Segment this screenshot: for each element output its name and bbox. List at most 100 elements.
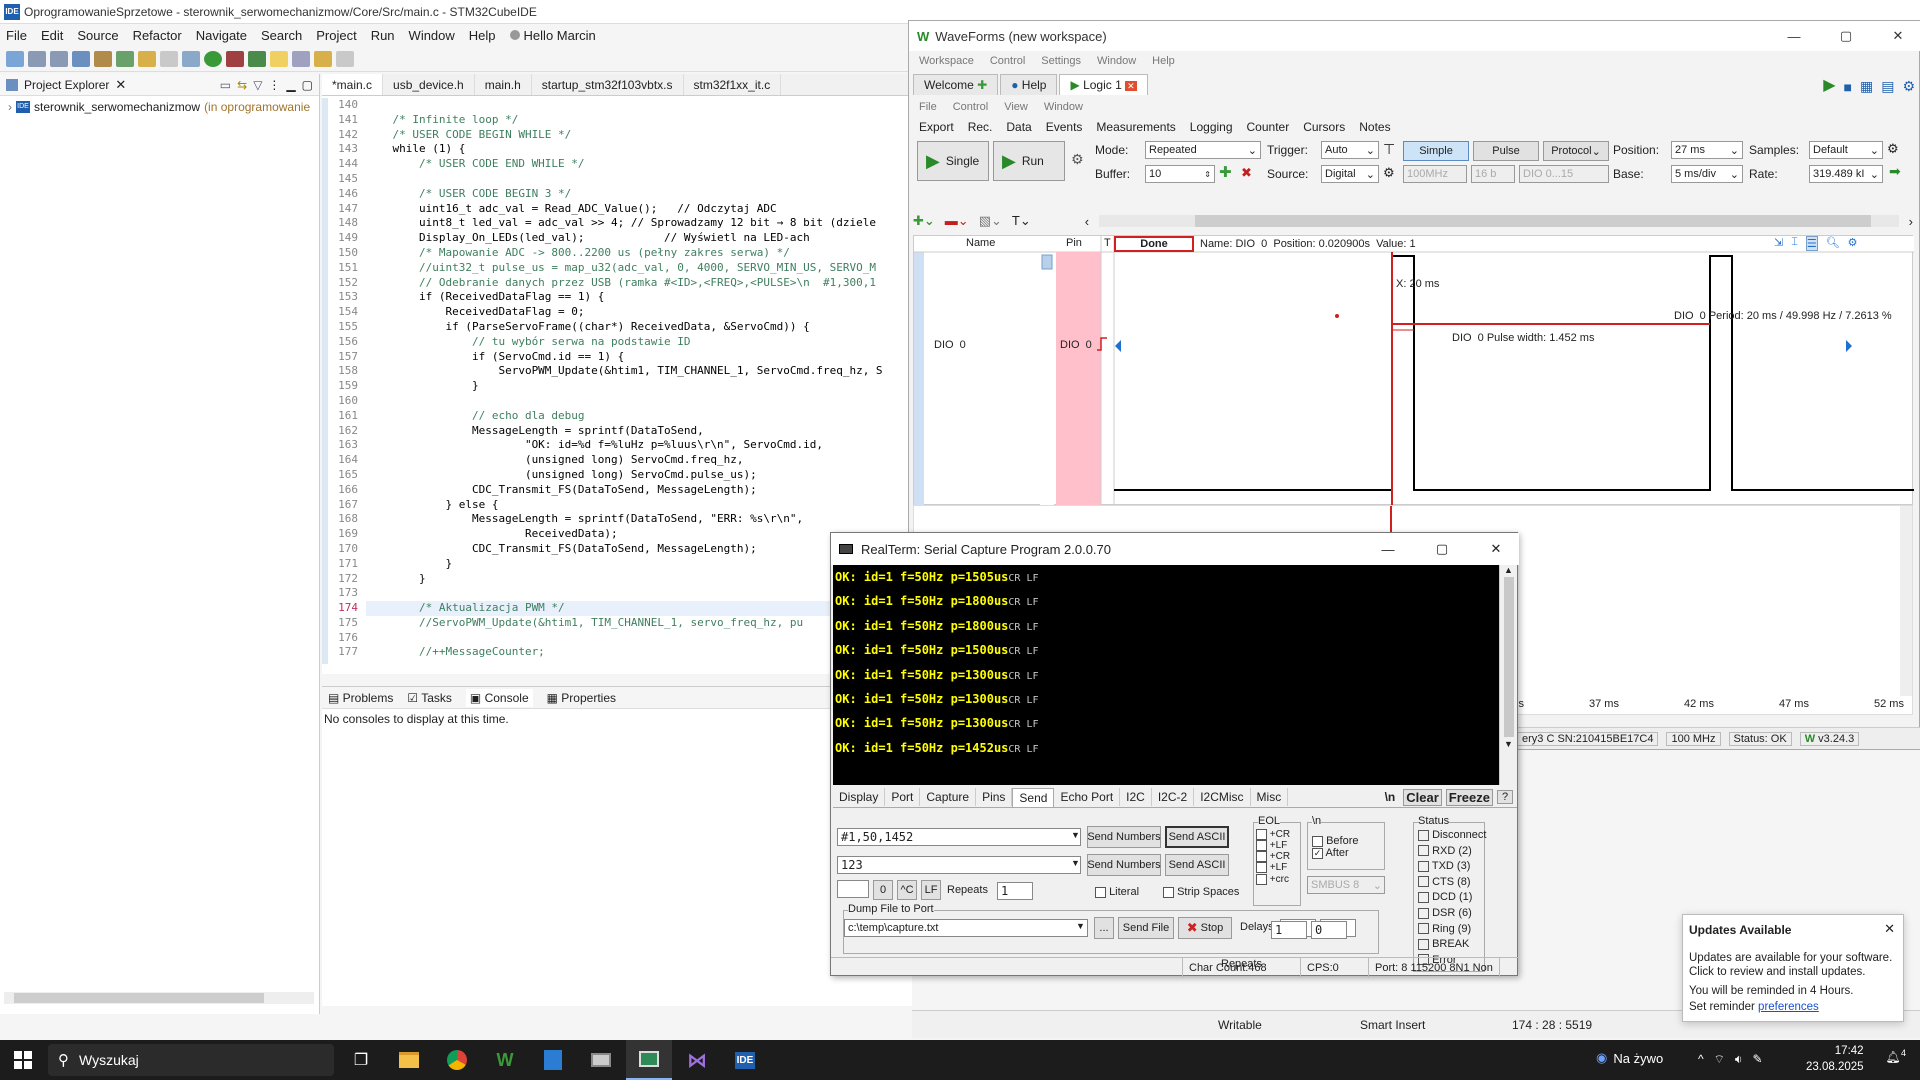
code-line[interactable]: 177 //++MessageCounter; [322, 645, 912, 661]
code-line[interactable]: 169 ReceivedData); [322, 527, 912, 542]
code-line[interactable]: 174 /* Aktualizacja PWM */ [322, 601, 912, 616]
updates-notification[interactable]: Updates Available ✕ Updates are availabl… [1682, 914, 1904, 1022]
strip-spaces-checkbox[interactable] [1163, 886, 1174, 898]
eol-opt[interactable]: +CR [1254, 829, 1300, 840]
code-line[interactable]: 146 /* USER CODE BEGIN 3 */ [322, 186, 912, 202]
tab-welcome[interactable]: Welcome ✚ [913, 74, 999, 95]
wf-run-all-icon[interactable]: ▶ [1823, 75, 1835, 95]
wf-stop-all-icon[interactable]: ■ [1844, 79, 1852, 95]
wf-menu-window[interactable]: Window [1097, 55, 1136, 67]
eol-opt[interactable]: +crc [1254, 873, 1300, 885]
protocol-button[interactable]: Protocol ⌄ [1543, 141, 1609, 161]
code-line[interactable]: 167 } else { [322, 497, 912, 513]
repeats-input[interactable]: 1 [997, 882, 1033, 900]
tab-logic[interactable]: ▶ Logic 1 ✕ [1059, 74, 1148, 95]
bug-icon[interactable] [248, 50, 266, 67]
menu-navigate[interactable]: Navigate [196, 28, 247, 43]
before-option[interactable]: Before [1308, 835, 1384, 847]
pen-icon[interactable]: ✎ [1752, 1052, 1762, 1067]
menu-window[interactable]: Window [409, 28, 455, 43]
code-line[interactable]: 153 if (ReceivedDataFlag == 1) { [322, 290, 912, 306]
close-icon[interactable]: ✕ [1875, 28, 1920, 44]
bits-select[interactable]: 16 b [1471, 165, 1515, 183]
remove-channel-icon[interactable]: ▬⌄ [945, 213, 969, 229]
code-line[interactable]: 161 // echo dla debug [322, 408, 912, 424]
user-greeting[interactable]: Hello Marcin [509, 28, 596, 43]
realterm-taskbar-icon[interactable] [578, 1040, 624, 1080]
logic-measurements[interactable]: Measurements [1096, 120, 1175, 134]
dump-file-input[interactable]: c:\temp\capture.txt [844, 919, 1088, 937]
scroll-thumb[interactable] [1503, 577, 1514, 737]
send-ascii-button-2[interactable]: Send ASCII [1165, 854, 1229, 876]
visual-studio-icon[interactable]: ⋈ [674, 1040, 720, 1080]
send-numbers-button-1[interactable]: Send Numbers [1087, 826, 1161, 848]
version-info[interactable]: W v3.24.3 [1799, 731, 1860, 746]
code-area[interactable]: 140 141 /* Infinite loop */142 /* USER CO… [322, 98, 912, 664]
send-input-1[interactable]: #1,50,1452 [837, 828, 1081, 846]
cursor-tool-icon[interactable]: ⌶ [1791, 236, 1798, 251]
build-settings-icon[interactable] [72, 50, 90, 67]
ide-taskbar-icon[interactable]: IDE [722, 1040, 768, 1080]
base-select[interactable]: 5 ms/div ⌄ [1671, 165, 1743, 183]
wf-menu-control[interactable]: Control [990, 55, 1025, 67]
maximize-icon[interactable]: ▢ [302, 78, 313, 92]
minimize-icon[interactable]: ▁ [286, 78, 295, 92]
code-line[interactable]: 162 MessageLength = sprintf(DataToSend, [322, 423, 912, 439]
scroll-up-icon[interactable]: ▲ [1500, 565, 1517, 575]
add-channel-icon[interactable]: ✚⌄ [913, 213, 935, 229]
code-line[interactable]: 154 ReceivedDataFlag = 0; [322, 305, 912, 320]
eol-opt[interactable]: +CR [1254, 851, 1300, 862]
logic-data[interactable]: Data [1006, 120, 1031, 134]
config-icon[interactable]: ⚙ [1071, 151, 1084, 168]
code-line[interactable]: 141 /* Infinite loop */ [322, 112, 912, 128]
save-icon[interactable] [28, 50, 46, 67]
code-line[interactable]: 151 //uint32_t pulse_us = map_u32(adc_va… [322, 260, 912, 276]
menu-refactor[interactable]: Refactor [133, 28, 182, 43]
rt-tab-send[interactable]: Send [1012, 787, 1055, 807]
code-line[interactable]: 157 if (ServoCmd.id == 1) { [322, 349, 912, 365]
samples-config-icon[interactable]: ⚙ [1887, 141, 1899, 157]
logic-plot[interactable]: Name Pin T Done Name: DIO 0 Position: 0.… [913, 235, 1914, 506]
code-line[interactable]: 166 CDC_Transmit_FS(DataToSend, MessageL… [322, 482, 912, 498]
code-line[interactable]: 147 uint16_t adc_val = Read_ADC_Value();… [322, 201, 912, 217]
literal-check[interactable]: Literal [1095, 886, 1139, 898]
taskbar-search[interactable]: ⚲ Wyszukaj [48, 1044, 334, 1076]
code-line[interactable]: 159 } [322, 379, 912, 394]
lf-button[interactable]: LF [921, 880, 941, 900]
pin-icon[interactable] [292, 50, 310, 67]
rt-tab-capture[interactable]: Capture [920, 788, 977, 806]
code-line[interactable]: 140 [322, 98, 912, 113]
network-icon[interactable]: ⌔ [1714, 1052, 1725, 1067]
code-line[interactable]: 176 [322, 630, 912, 646]
clear-button[interactable]: Clear [1403, 788, 1442, 806]
logic-cursors[interactable]: Cursors [1303, 120, 1345, 134]
chrome-icon[interactable] [434, 1040, 480, 1080]
ctrl-c-button[interactable]: ^C [897, 880, 917, 900]
repeat2-input-1[interactable]: 1 [1271, 921, 1307, 939]
stop-button[interactable]: ✖ Stop [1178, 917, 1232, 939]
send-numbers-button-2[interactable]: Send Numbers [1087, 854, 1161, 876]
rt-tab-i2c[interactable]: I2C [1120, 788, 1152, 806]
minimize-icon[interactable]: — [1365, 542, 1411, 557]
send-input-2[interactable]: 123 [837, 856, 1081, 874]
filter-icon[interactable]: ▽ [253, 78, 262, 92]
rt-tab-i2cmisc[interactable]: I2CMisc [1194, 788, 1251, 806]
logic-counter[interactable]: Counter [1247, 120, 1290, 134]
tab-main-c[interactable]: *main.c [322, 74, 384, 95]
zoom-x-icon[interactable]: ⇲ [1774, 236, 1783, 251]
wf-menu-help[interactable]: Help [1152, 55, 1175, 67]
code-line[interactable]: 158 ServoPWM_Update(&htim1, TIM_CHANNEL_… [322, 364, 912, 380]
signal-name[interactable]: DIO 0 [934, 339, 966, 351]
rt-tab-echo-port[interactable]: Echo Port [1054, 788, 1121, 806]
rt-tab-misc[interactable]: Misc [1251, 788, 1289, 806]
code-line[interactable]: 142 /* USER CODE BEGIN WHILE */ [322, 127, 912, 143]
frequency-info[interactable]: 100 MHz [1666, 731, 1721, 746]
autoscale-icon[interactable]: ☰ [1805, 236, 1818, 251]
mode-select[interactable]: Repeated ⌄ [1145, 141, 1261, 159]
strip-spaces-check[interactable]: Strip Spaces [1163, 886, 1239, 898]
code-line[interactable]: 145 [322, 171, 912, 187]
literal-checkbox[interactable] [1095, 886, 1106, 898]
wf-menu-settings[interactable]: Settings [1041, 55, 1081, 67]
rate-select[interactable]: 319.489 kI ⌄ [1809, 165, 1883, 183]
run-button[interactable]: ▶ Run [993, 141, 1065, 181]
